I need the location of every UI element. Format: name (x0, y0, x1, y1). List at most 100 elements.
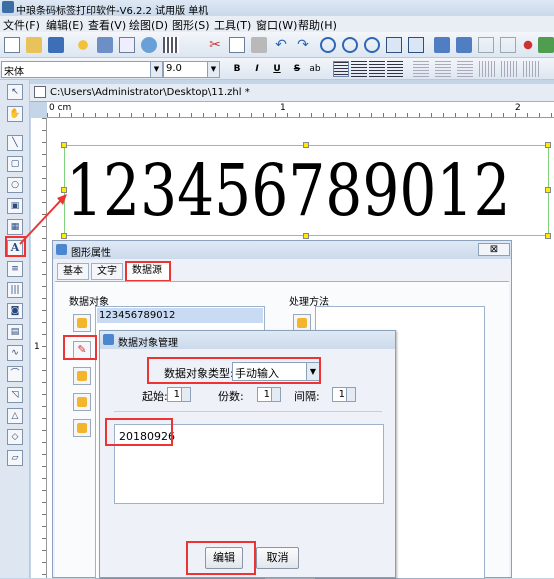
barcode-tool-icon[interactable]: ||| (7, 282, 23, 298)
start-label: 起始: (142, 390, 168, 403)
text-object-content[interactable]: 123456789012 (66, 148, 511, 234)
grid-icon[interactable] (163, 37, 179, 53)
view-icon[interactable] (520, 37, 536, 53)
ruler-label-2: 2 (515, 103, 521, 113)
chevron-down-icon: ▼ (150, 62, 162, 77)
dialog-title-bar: 数据对象管理 (100, 331, 395, 349)
select-tool-icon[interactable]: ↖ (7, 84, 23, 100)
undo-icon[interactable]: ↶ (273, 37, 289, 53)
cancel-button[interactable]: 取消 (256, 547, 299, 569)
print-preview-icon[interactable] (119, 37, 135, 53)
tab-text[interactable]: 文字 (91, 263, 123, 280)
variable-tool-icon[interactable]: ▤ (7, 324, 23, 340)
database-icon[interactable] (141, 37, 157, 53)
start-stepper[interactable]: 1 (167, 387, 191, 402)
menu-window[interactable]: 窗口(W) (256, 17, 297, 33)
new-icon[interactable] (4, 37, 20, 53)
dialog-icon (56, 244, 67, 255)
dialog-title: 图形属性 (71, 248, 111, 259)
curve-tool-icon[interactable]: ∿ (7, 345, 23, 361)
align-obj-center-icon[interactable] (435, 61, 451, 77)
menu-view[interactable]: 查看(V) (88, 17, 126, 33)
resize-handle[interactable] (61, 142, 67, 148)
line-tool-icon[interactable]: ╲ (7, 135, 23, 151)
qrcode-tool-icon[interactable]: ◙ (7, 303, 23, 319)
underline-button[interactable]: U (270, 62, 284, 76)
zoom-page-icon[interactable] (386, 37, 402, 53)
move-up-icon[interactable] (73, 393, 91, 411)
zoom-width-icon[interactable] (408, 37, 424, 53)
content-highlight (105, 418, 173, 446)
tool-palette: ↖ ✋ ╲ ▢ ○ ▣ ▦ A ≡ ||| ◙ ▤ ∿ ⌒ ◹ △ ◇ ▱ (0, 80, 30, 578)
polyline-tool-icon[interactable]: ◹ (7, 387, 23, 403)
align-right-icon[interactable] (369, 61, 385, 77)
document-tab[interactable]: C:\Users\Administrator\Desktop\11.zhl * (30, 84, 554, 102)
pan-tool-icon[interactable]: ✋ (7, 106, 23, 122)
zoom-out-icon[interactable] (342, 37, 358, 53)
arc-tool-icon[interactable]: ⌒ (7, 366, 23, 382)
data-object-manager-dialog: 数据对象管理 数据对象类型: 手动输入 ▼ 起始: 1 份数: 1 间隔: 1 … (99, 330, 396, 578)
char-spacing-icon[interactable]: ab (308, 62, 322, 76)
main-toolbar: ✂ ↶ ↷ (0, 32, 554, 58)
menu-shape[interactable]: 图形(S) (172, 17, 210, 33)
justify-icon[interactable] (387, 61, 403, 77)
zoom-in-icon[interactable] (320, 37, 336, 53)
copies-label: 份数: (218, 390, 244, 403)
delete-data-object-icon[interactable] (73, 367, 91, 385)
menu-tools[interactable]: 工具(T) (214, 17, 251, 33)
tab-basic[interactable]: 基本 (57, 263, 89, 280)
distribute-icon[interactable] (500, 37, 516, 53)
paste-icon[interactable] (251, 37, 267, 53)
save-icon[interactable] (48, 37, 64, 53)
list-item[interactable]: 123456789012 (97, 308, 263, 323)
interval-stepper[interactable]: 1 (332, 387, 356, 402)
move-down-icon[interactable] (73, 419, 91, 437)
add-data-object-icon[interactable] (73, 314, 91, 332)
vertical-ruler: 1 (31, 118, 47, 578)
italic-button[interactable]: I (250, 62, 264, 76)
align-center-icon[interactable] (351, 61, 367, 77)
menu-file[interactable]: 文件(F) (3, 17, 40, 33)
bold-button[interactable]: B (230, 62, 244, 76)
menu-draw[interactable]: 绘图(D) (129, 17, 168, 33)
paragraph-tool-icon[interactable]: ≡ (7, 261, 23, 277)
lock-icon[interactable] (538, 37, 554, 53)
group-icon[interactable] (434, 37, 450, 53)
rectangle-tool-icon[interactable]: ▢ (7, 156, 23, 172)
diamond-tool-icon[interactable]: ◇ (7, 429, 23, 445)
align-obj-right-icon[interactable] (457, 61, 473, 77)
triangle-tool-icon[interactable]: △ (7, 408, 23, 424)
resize-handle[interactable] (303, 233, 309, 239)
align-icon[interactable] (478, 37, 494, 53)
strikethrough-button[interactable]: S (290, 62, 304, 76)
align-obj-middle-icon[interactable] (501, 61, 517, 77)
menu-edit[interactable]: 编辑(E) (46, 17, 84, 33)
resize-handle[interactable] (545, 142, 551, 148)
align-obj-bottom-icon[interactable] (523, 61, 539, 77)
dialog-title: 数据对象管理 (118, 338, 178, 349)
open-icon[interactable] (26, 37, 42, 53)
print-icon[interactable] (97, 37, 113, 53)
resize-handle[interactable] (303, 142, 309, 148)
align-left-icon[interactable] (333, 61, 349, 77)
align-obj-left-icon[interactable] (413, 61, 429, 77)
dialog-title-bar: 图形属性 ⊠ (53, 241, 511, 259)
font-name-select[interactable]: 宋体 ▼ (1, 61, 163, 78)
edit-confirm-highlight (186, 541, 256, 575)
copies-stepper[interactable]: 1 (257, 387, 281, 402)
resize-handle[interactable] (545, 233, 551, 239)
zoom-fit-icon[interactable] (364, 37, 380, 53)
ruler-v-label: 1 (34, 342, 40, 352)
cut-icon[interactable]: ✂ (207, 37, 223, 53)
ungroup-icon[interactable] (456, 37, 472, 53)
font-size-select[interactable]: 9.0 ▼ (163, 61, 220, 78)
align-obj-top-icon[interactable] (479, 61, 495, 77)
settings-icon[interactable] (75, 37, 91, 53)
redo-icon[interactable]: ↷ (295, 37, 311, 53)
close-icon[interactable]: ⊠ (478, 243, 510, 256)
resize-handle[interactable] (545, 187, 551, 193)
parallelogram-tool-icon[interactable]: ▱ (7, 450, 23, 466)
menu-help[interactable]: 帮助(H) (298, 17, 337, 33)
copy-icon[interactable] (229, 37, 245, 53)
datasource-tab-highlight (125, 261, 171, 282)
